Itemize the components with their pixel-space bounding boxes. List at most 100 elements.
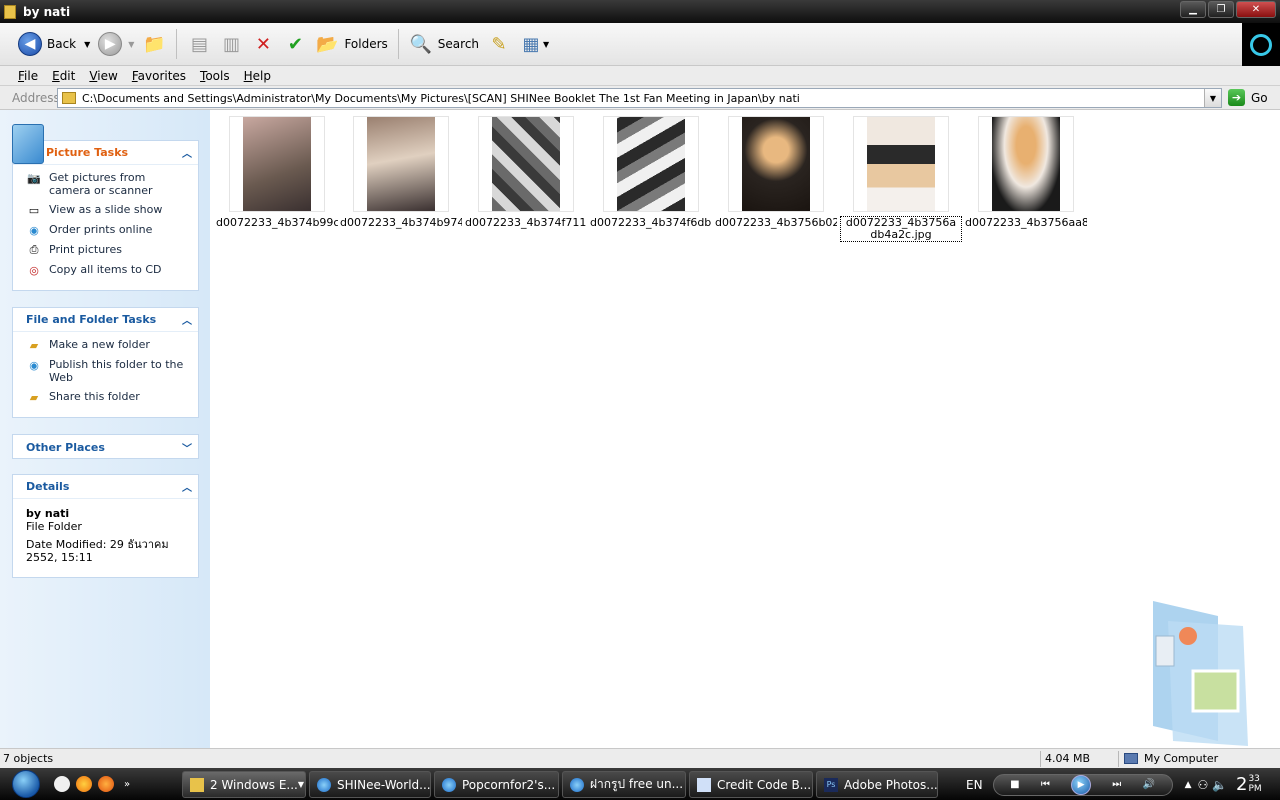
media-next-icon[interactable]: ⏭ (1112, 779, 1121, 790)
file-thumbnail[interactable]: d0072233_4b374b974... (340, 116, 462, 229)
other-places-header[interactable]: Other Places ﹀ (13, 435, 198, 459)
close-button[interactable]: ✕ (1236, 1, 1276, 18)
task-make-new-folder[interactable]: ▰ Make a new folder (26, 338, 190, 352)
quicklaunch-firefox-icon[interactable] (76, 776, 92, 792)
file-name: d0072233_4b374f7119... (465, 216, 587, 229)
task-label: Make a new folder (49, 338, 150, 351)
window-title: by nati (23, 4, 71, 19)
file-name: d0072233_4b3756adb4a2c.jpg (840, 216, 962, 242)
taskbar-clock[interactable]: 2 33 PM (1236, 768, 1262, 800)
file-thumbnail-selected[interactable]: d0072233_4b3756adb4a2c.jpg (840, 116, 962, 242)
address-input[interactable]: C:\Documents and Settings\Administrator\… (57, 88, 1222, 108)
forward-arrow-icon: ▶ (98, 32, 123, 56)
task-credit-code[interactable]: Credit Code B... (689, 771, 813, 798)
folder-options-button[interactable]: ✎ (483, 27, 515, 61)
network-icon[interactable]: ⚇ (1197, 778, 1208, 792)
task-publish-web[interactable]: ◉ Publish this folder to the Web (26, 358, 190, 384)
search-button[interactable]: 🔍 Search (405, 27, 483, 61)
language-indicator[interactable]: EN (966, 778, 983, 792)
taskbar: » 2 Windows E... ▼ SHINee-World... Popco… (0, 768, 1280, 800)
menu-edit[interactable]: Edit (52, 69, 75, 83)
move-to-button[interactable]: ▤ (183, 27, 215, 61)
menu-bar: File Edit View Favorites Tools Help (0, 66, 1280, 86)
task-windows-explorer[interactable]: 2 Windows E... ▼ (182, 771, 306, 798)
media-stop-icon[interactable]: ■ (1010, 779, 1019, 790)
file-thumbnail[interactable]: d0072233_4b3756aa8e... (965, 116, 1087, 229)
camera-icon: 📷 (27, 171, 41, 185)
task-label: ฝากรูป free un... (590, 777, 684, 791)
task-group-dropdown-icon: ▼ (297, 780, 305, 789)
folder-icon (62, 92, 76, 104)
title-bar: by nati ▁ ❐ ✕ (0, 0, 1280, 23)
details-title: Details (26, 480, 70, 493)
delete-button[interactable]: ✕ (247, 27, 279, 61)
task-get-pictures[interactable]: 📷 Get pictures from camera or scanner (26, 171, 190, 197)
task-ie-popcorn[interactable]: Popcornfor2's... (434, 771, 559, 798)
details-name: by nati (26, 507, 70, 520)
tray-expand-icon[interactable]: ▲ (1185, 780, 1192, 790)
forward-button[interactable]: ▶ ▼ (94, 27, 138, 61)
file-folder-tasks-header[interactable]: File and Folder Tasks ︿ (13, 308, 198, 332)
collapse-chevron-icon[interactable]: ︿ (182, 479, 192, 494)
task-label: SHINee-World... (337, 777, 431, 792)
media-volume-icon[interactable]: 🔊 (1143, 779, 1155, 790)
folder-icon (190, 777, 204, 792)
file-thumbnail[interactable]: d0072233_4b374f7119... (465, 116, 587, 229)
task-ie-shinee[interactable]: SHINee-World... (309, 771, 431, 798)
quicklaunch-overflow-icon[interactable]: » (124, 779, 130, 790)
toolbar-separator (176, 29, 178, 59)
back-button[interactable]: ◀ Back ▼ (14, 27, 94, 61)
folders-label: Folders (344, 37, 388, 51)
quicklaunch-app-icon[interactable] (98, 776, 114, 792)
task-photoshop[interactable]: Ps Adobe Photos... (816, 771, 938, 798)
ie-icon (317, 777, 331, 792)
menu-help[interactable]: Help (244, 69, 271, 83)
file-name: d0072233_4b374b99c... (216, 216, 338, 229)
thumbnail-frame (229, 116, 325, 212)
maximize-button[interactable]: ❐ (1208, 1, 1234, 18)
taskbar-tasks: 2 Windows E... ▼ SHINee-World... Popcorn… (182, 771, 938, 798)
collapse-chevron-icon[interactable]: ︿ (182, 145, 192, 160)
picture-tasks-title: Picture Tasks (46, 146, 129, 159)
expand-chevron-icon[interactable]: ﹀ (182, 440, 192, 455)
back-dropdown-icon[interactable]: ▼ (84, 40, 90, 49)
menu-tools[interactable]: Tools (200, 69, 230, 83)
file-thumbnail[interactable]: d0072233_4b374b99c... (216, 116, 338, 229)
forward-dropdown-icon[interactable]: ▼ (128, 40, 134, 49)
folders-button[interactable]: 📂 Folders (311, 27, 391, 61)
toolbar-separator (397, 29, 399, 59)
media-previous-icon[interactable]: ⏮ (1041, 779, 1050, 790)
menu-favorites[interactable]: Favorites (132, 69, 186, 83)
address-dropdown-icon[interactable]: ▼ (1204, 89, 1221, 107)
back-arrow-icon: ◀ (18, 32, 42, 56)
menu-view[interactable]: View (89, 69, 117, 83)
task-share-folder[interactable]: ▰ Share this folder (26, 390, 190, 404)
minimize-button[interactable]: ▁ (1180, 1, 1206, 18)
menu-file[interactable]: File (18, 69, 38, 83)
volume-icon[interactable]: 🔈 (1212, 778, 1227, 792)
thumbnail-frame (728, 116, 824, 212)
task-ie-upload[interactable]: ฝากรูป free un... (562, 771, 686, 798)
status-divider (1040, 751, 1041, 767)
picture-tasks-icon (12, 124, 44, 164)
collapse-chevron-icon[interactable]: ︿ (182, 312, 192, 327)
details-header[interactable]: Details ︿ (13, 475, 198, 499)
properties-button[interactable]: ✔ (279, 27, 311, 61)
go-button[interactable]: ➔ Go (1228, 89, 1268, 106)
start-button[interactable] (8, 768, 44, 800)
up-folder-button[interactable]: 📁 (138, 27, 170, 61)
file-thumbnail[interactable]: d0072233_4b374f6db2... (590, 116, 712, 229)
views-button[interactable]: ▦ ▼ (515, 27, 553, 61)
media-play-icon[interactable]: ▶ (1071, 774, 1092, 795)
task-copy-to-cd[interactable]: ◎ Copy all items to CD (26, 263, 190, 277)
file-view: d0072233_4b374b99c... d0072233_4b374b974… (210, 110, 1280, 748)
quicklaunch-app-icon[interactable] (54, 776, 70, 792)
file-name: d0072233_4b3756aa8e... (965, 216, 1087, 229)
task-print-pictures[interactable]: ⎙ Print pictures (26, 243, 190, 257)
task-slide-show[interactable]: ▭ View as a slide show (26, 203, 190, 217)
slideshow-icon: ▭ (28, 203, 40, 217)
copy-to-button[interactable]: ▥ (215, 27, 247, 61)
task-order-prints[interactable]: ◉ Order prints online (26, 223, 190, 237)
file-thumbnail[interactable]: d0072233_4b3756b02... (715, 116, 837, 229)
address-bar: Address C:\Documents and Settings\Admini… (0, 86, 1280, 110)
